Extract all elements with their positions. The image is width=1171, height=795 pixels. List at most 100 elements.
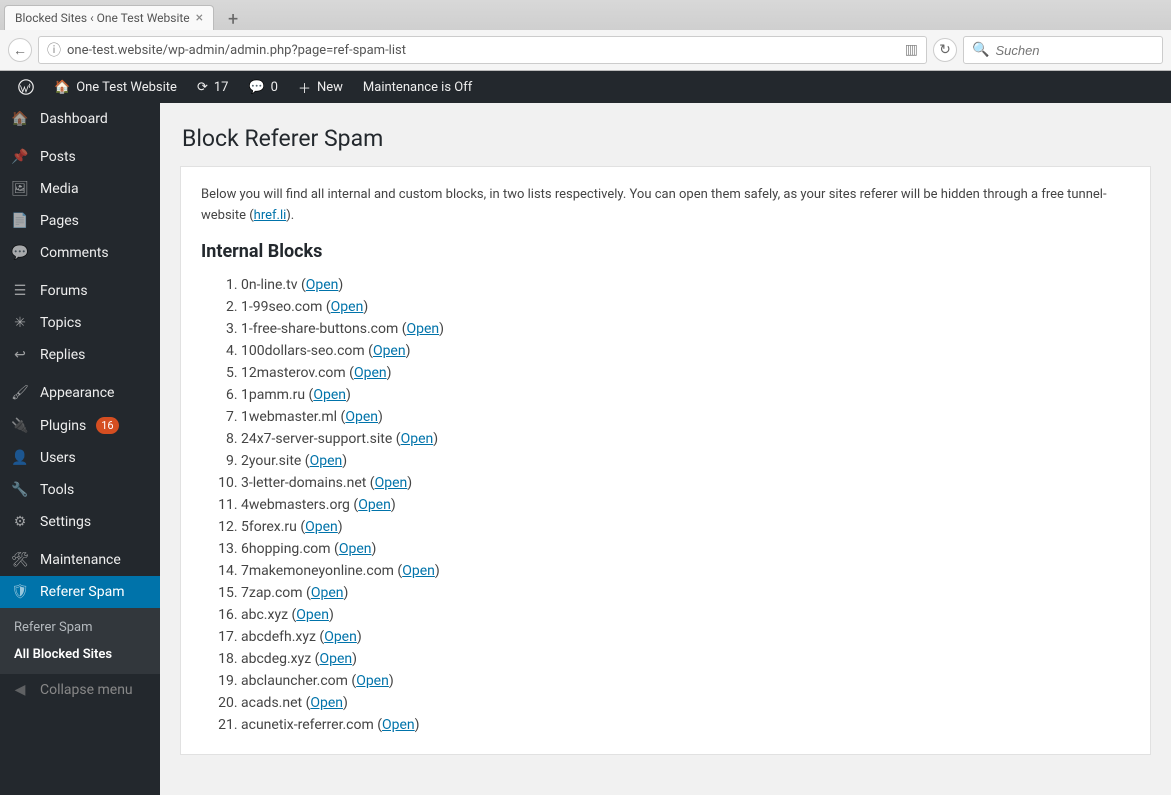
open-link[interactable]: Open <box>358 497 391 513</box>
sidebar-label: Settings <box>40 514 91 530</box>
list-item: 24x7-server-support.site (Open) <box>241 428 1130 450</box>
open-link[interactable]: Open <box>382 717 415 733</box>
wordpress-icon <box>18 79 34 95</box>
blocked-domain: 7zap.com ( <box>241 585 311 601</box>
search-icon: 🔍 <box>972 42 989 58</box>
open-link[interactable]: Open <box>310 453 343 469</box>
sidebar-item-forums[interactable]: ☰ Forums <box>0 275 160 307</box>
list-item: 100dollars-seo.com (Open) <box>241 340 1130 362</box>
plugins-update-count: 16 <box>96 417 118 434</box>
open-link[interactable]: Open <box>401 431 434 447</box>
open-link[interactable]: Open <box>313 387 346 403</box>
blocked-domain: 1-99seo.com ( <box>241 299 331 315</box>
sidebar-item-appearance[interactable]: 🖌 Appearance <box>0 377 160 409</box>
sidebar-item-replies[interactable]: ↩ Replies <box>0 339 160 371</box>
list-item: 1pamm.ru (Open) <box>241 384 1130 406</box>
updates-link[interactable]: ⟳ 17 <box>187 71 239 103</box>
reload-button[interactable]: ↻ <box>933 38 957 62</box>
sidebar-item-media[interactable]: 🖼 Media <box>0 173 160 205</box>
open-link[interactable]: Open <box>305 519 338 535</box>
sidebar-label: Topics <box>40 315 81 331</box>
site-name-link[interactable]: 🏠 One Test Website <box>44 71 187 103</box>
updates-icon: ⟳ <box>197 80 208 95</box>
browser-search[interactable]: 🔍 <box>963 36 1163 64</box>
sidebar-item-maintenance[interactable]: 🛠 Maintenance <box>0 544 160 576</box>
sidebar-label: Posts <box>40 149 76 165</box>
open-link[interactable]: Open <box>406 321 439 337</box>
sidebar-item-topics[interactable]: ✳ Topics <box>0 307 160 339</box>
open-link[interactable]: Open <box>373 343 406 359</box>
list-item: 3-letter-domains.net (Open) <box>241 472 1130 494</box>
close-icon[interactable]: × <box>196 10 203 26</box>
list-item: acads.net (Open) <box>241 692 1130 714</box>
wp-logo[interactable] <box>8 71 44 103</box>
intro-text-after: ). <box>286 208 294 223</box>
sidebar-item-comments[interactable]: 💬 Comments <box>0 237 160 269</box>
open-link[interactable]: Open <box>306 277 339 293</box>
comments-link[interactable]: 💬 0 <box>238 71 288 103</box>
blocked-domain: 0n-line.tv ( <box>241 277 306 293</box>
comment-icon: 💬 <box>10 245 30 261</box>
info-icon[interactable]: ⓘ <box>47 40 61 60</box>
blocked-sites-list: 0n-line.tv (Open)1-99seo.com (Open)1-fre… <box>201 274 1130 736</box>
blocked-domain: 7makemoneyonline.com ( <box>241 563 402 579</box>
browser-tab-active[interactable]: Blocked Sites ‹ One Test Website × <box>4 5 214 30</box>
open-link[interactable]: Open <box>339 541 372 557</box>
open-link[interactable]: Open <box>354 365 387 381</box>
open-link[interactable]: Open <box>375 475 408 491</box>
list-item: abcdefh.xyz (Open) <box>241 626 1130 648</box>
sidebar-item-pages[interactable]: 📄 Pages <box>0 205 160 237</box>
sidebar-label: Appearance <box>40 385 114 401</box>
sidebar-label: Replies <box>40 347 85 363</box>
forums-icon: ☰ <box>10 283 30 299</box>
admin-sidebar: 🏠 Dashboard 📌 Posts 🖼 Media 📄 Pages 💬 Co… <box>0 103 160 795</box>
blocked-domain: acunetix-referrer.com ( <box>241 717 382 733</box>
sidebar-item-referer-spam[interactable]: 🛡 Referer Spam <box>0 576 160 608</box>
topics-icon: ✳ <box>10 315 30 331</box>
collapse-menu[interactable]: ◀ Collapse menu <box>0 674 160 706</box>
open-link[interactable]: Open <box>310 695 343 711</box>
open-link[interactable]: Open <box>345 409 378 425</box>
list-item: 12masterov.com (Open) <box>241 362 1130 384</box>
back-button[interactable]: ← <box>8 38 32 62</box>
open-link[interactable]: Open <box>311 585 344 601</box>
sidebar-item-users[interactable]: 👤 Users <box>0 442 160 474</box>
open-link[interactable]: Open <box>356 673 389 689</box>
open-link[interactable]: Open <box>319 651 352 667</box>
list-item: acunetix-referrer.com (Open) <box>241 714 1130 736</box>
intro-paragraph: Below you will find all internal and cus… <box>201 185 1130 227</box>
maintenance-link[interactable]: Maintenance is Off <box>353 71 482 103</box>
open-link[interactable]: Open <box>331 299 364 315</box>
new-tab-button[interactable]: + <box>220 8 246 30</box>
submenu-referer-spam[interactable]: Referer Spam <box>0 614 160 641</box>
sidebar-label: Tools <box>40 482 74 498</box>
tools-icon: 🔧 <box>10 482 30 498</box>
address-bar[interactable]: ⓘ one-test.website/wp-admin/admin.php?pa… <box>38 36 927 64</box>
blocked-domain: abcdeg.xyz ( <box>241 651 319 667</box>
comment-icon: 💬 <box>248 80 264 95</box>
blocked-domain: 5forex.ru ( <box>241 519 305 535</box>
blocked-domain: 1pamm.ru ( <box>241 387 313 403</box>
sidebar-item-settings[interactable]: ⚙ Settings <box>0 506 160 538</box>
list-item: abc.xyz (Open) <box>241 604 1130 626</box>
list-item: 2your.site (Open) <box>241 450 1130 472</box>
media-icon: 🖼 <box>10 181 30 197</box>
open-link[interactable]: Open <box>324 629 357 645</box>
open-link[interactable]: Open <box>296 607 329 623</box>
search-input[interactable] <box>995 43 1154 58</box>
sidebar-item-dashboard[interactable]: 🏠 Dashboard <box>0 103 160 135</box>
users-icon: 👤 <box>10 450 30 466</box>
sidebar-item-posts[interactable]: 📌 Posts <box>0 141 160 173</box>
reader-icon[interactable]: ▥ <box>905 42 918 58</box>
open-link[interactable]: Open <box>402 563 435 579</box>
submenu-all-blocked[interactable]: All Blocked Sites <box>0 641 160 668</box>
tab-title: Blocked Sites ‹ One Test Website <box>15 11 190 25</box>
blocked-domain: abc.xyz ( <box>241 607 296 623</box>
sidebar-label: Pages <box>40 213 79 229</box>
tunnel-link[interactable]: href.li <box>254 208 287 223</box>
new-content-link[interactable]: ＋ New <box>288 71 353 103</box>
pin-icon: 📌 <box>10 149 30 165</box>
sidebar-item-tools[interactable]: 🔧 Tools <box>0 474 160 506</box>
plus-icon: ＋ <box>298 78 311 97</box>
sidebar-item-plugins[interactable]: 🔌 Plugins 16 <box>0 409 160 442</box>
